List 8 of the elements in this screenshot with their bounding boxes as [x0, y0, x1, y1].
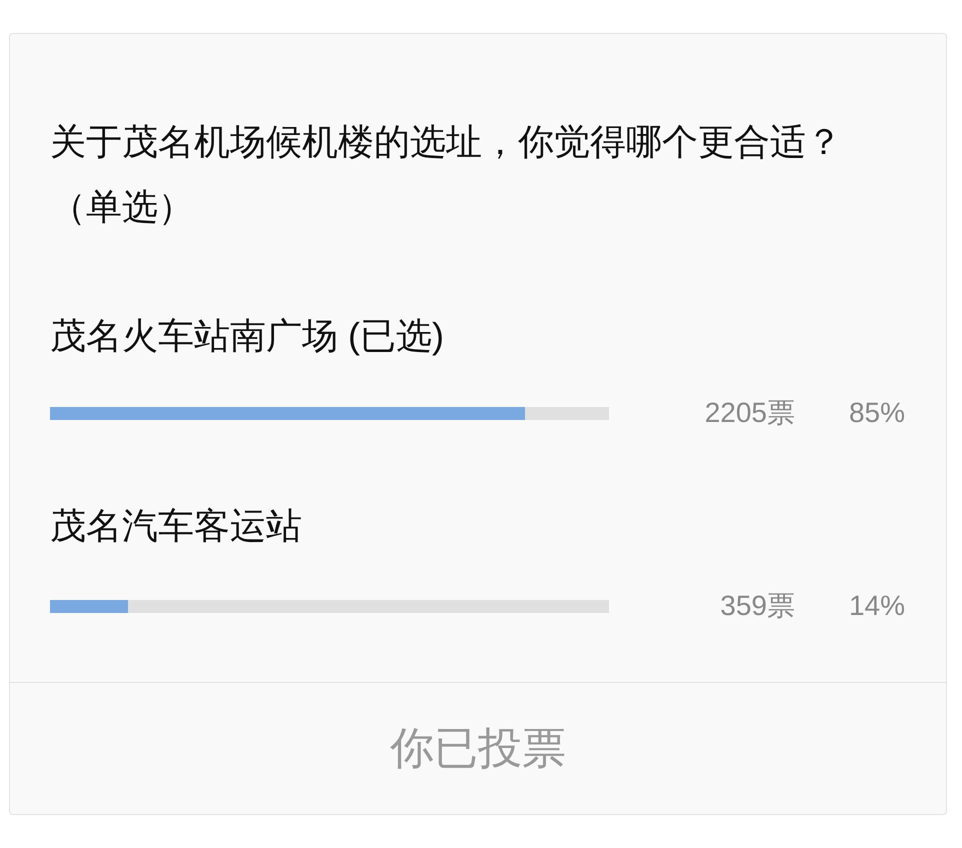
vote-count: 2205票 — [704, 396, 795, 430]
option-label: 茂名汽车客运站 — [50, 504, 303, 548]
vote-percent: 14% — [848, 590, 905, 622]
vote-count: 359票 — [719, 589, 795, 623]
option-label: 茂名火车站南广场 (已选) — [50, 314, 445, 358]
poll-question: 关于茂名机场候机楼的选址，你觉得哪个更合适？（单选） — [50, 120, 843, 229]
vote-percent: 85% — [848, 397, 905, 429]
vote-status: 你已投票 — [390, 723, 566, 775]
